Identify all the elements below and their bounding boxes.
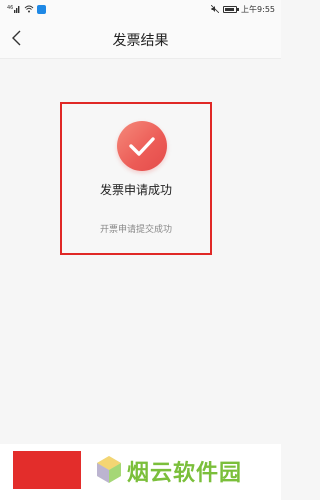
- watermark: 烟云软件园: [95, 454, 242, 488]
- signal-icon: 46: [7, 4, 21, 15]
- wifi-icon: [24, 5, 34, 15]
- watermark-text: 烟云软件园: [127, 461, 243, 486]
- status-bar: 46 上午9:55: [0, 0, 281, 18]
- status-left: 46: [7, 4, 46, 15]
- bottom-area: 烟云软件园: [0, 444, 281, 500]
- watermark-logo-icon: [95, 454, 123, 488]
- success-check-icon: [117, 121, 167, 171]
- status-time: 上午9:55: [241, 5, 275, 14]
- result-subtitle: 开票申请提交成功: [99, 225, 172, 235]
- battery-level: [225, 8, 235, 11]
- app-notification-icon: [37, 5, 46, 14]
- page-title: 发票结果: [112, 33, 169, 49]
- result-title: 发票申请成功: [99, 183, 172, 197]
- title-bar: 发票结果: [0, 18, 281, 59]
- mute-icon: [210, 4, 220, 15]
- red-block: [13, 451, 81, 489]
- battery-icon: [223, 6, 240, 13]
- svg-text:46: 46: [7, 5, 13, 11]
- result-highlight-box: 发票申请成功 开票申请提交成功: [60, 102, 212, 255]
- status-right: 上午9:55: [210, 4, 275, 15]
- content-area: 发票申请成功 开票申请提交成功: [0, 59, 281, 444]
